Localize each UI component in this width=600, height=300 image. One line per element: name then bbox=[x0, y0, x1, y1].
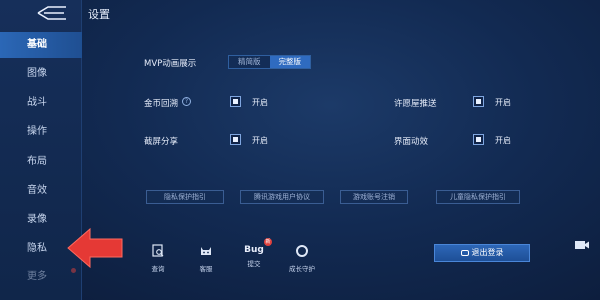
user-agreement-link[interactable]: 腾讯游戏用户协议 bbox=[240, 190, 324, 204]
wish-push-label: 许愿屋推送 bbox=[394, 99, 437, 109]
ui-animation-state: 开启 bbox=[495, 136, 511, 145]
coin-replay-state: 开启 bbox=[252, 98, 268, 107]
sidebar-item-basic[interactable]: 基础 bbox=[0, 32, 82, 58]
growth-guard-label: 成长守护 bbox=[289, 265, 315, 273]
sidebar-item-label: 战斗 bbox=[27, 97, 47, 108]
coin-replay-label: 金币回溯 bbox=[144, 99, 179, 109]
mvp-option-full[interactable]: 完整版 bbox=[269, 56, 310, 68]
page-title: 设置 bbox=[88, 8, 110, 21]
mvp-animation-toggle: 精简版 完整版 bbox=[228, 55, 311, 69]
ui-animation-label: 界面动效 bbox=[394, 137, 429, 147]
sidebar-item-label: 隐私 bbox=[27, 243, 47, 254]
caption-overlay bbox=[100, 288, 540, 300]
wish-push-state: 开启 bbox=[495, 98, 511, 107]
sidebar-item-label: 图像 bbox=[27, 68, 47, 79]
sidebar-item-layout[interactable]: 布局 bbox=[0, 149, 82, 175]
coin-replay-checkbox[interactable] bbox=[230, 96, 241, 107]
ring-icon bbox=[296, 245, 308, 257]
customer-service-label: 客服 bbox=[199, 265, 213, 273]
wish-push-checkbox[interactable] bbox=[473, 96, 484, 107]
mvp-option-lite[interactable]: 精简版 bbox=[229, 56, 270, 68]
new-badge: 新 bbox=[264, 238, 272, 246]
ui-animation-checkbox[interactable] bbox=[473, 134, 484, 145]
account-cancel-link[interactable]: 游戏账号注销 bbox=[340, 190, 408, 204]
customer-service-button[interactable]: 客服 bbox=[186, 243, 226, 273]
back-arrow-icon[interactable] bbox=[34, 5, 70, 21]
bug-icon: Bug 新 bbox=[242, 238, 272, 257]
screenshot-share-label: 截屏分享 bbox=[144, 137, 179, 147]
sidebar-item-label: 更多 bbox=[27, 271, 47, 282]
sidebar-item-sound[interactable]: 音效 bbox=[0, 178, 82, 204]
help-icon[interactable]: ? bbox=[182, 97, 191, 106]
sidebar-item-controls[interactable]: 操作 bbox=[0, 119, 82, 145]
logout-label: 退出登录 bbox=[471, 248, 504, 257]
bug-report-button[interactable]: Bug 新 提交 bbox=[234, 238, 274, 268]
query-label: 查询 bbox=[151, 265, 165, 273]
pointer-arrow-icon bbox=[67, 227, 123, 269]
screenshot-share-checkbox[interactable] bbox=[230, 134, 241, 145]
bug-report-label: 提交 bbox=[247, 260, 261, 268]
growth-guard-button[interactable]: 成长守护 bbox=[282, 243, 322, 273]
logout-icon bbox=[460, 249, 469, 256]
cat-face-icon bbox=[201, 247, 211, 255]
sidebar-item-label: 音效 bbox=[27, 185, 47, 196]
sidebar-item-label: 操作 bbox=[27, 126, 47, 137]
bug-icon-text: Bug bbox=[244, 245, 264, 255]
settings-screen: 基础 图像 战斗 操作 布局 音效 录像 隐私 更多 设置 MVP动画展示 精简… bbox=[0, 0, 600, 300]
sidebar-item-battle[interactable]: 战斗 bbox=[0, 90, 82, 116]
sidebar-item-label: 录像 bbox=[27, 214, 47, 225]
logout-button[interactable]: 退出登录 bbox=[434, 244, 530, 262]
screenshot-share-state: 开启 bbox=[252, 136, 268, 145]
query-button[interactable]: 查询 bbox=[138, 243, 178, 273]
search-doc-icon bbox=[152, 244, 164, 257]
privacy-guide-link[interactable]: 隐私保护指引 bbox=[146, 190, 224, 204]
sidebar-item-label: 基础 bbox=[27, 39, 47, 50]
sidebar-item-image[interactable]: 图像 bbox=[0, 61, 82, 87]
child-privacy-link[interactable]: 儿童隐私保护指引 bbox=[436, 190, 520, 204]
mvp-animation-label: MVP动画展示 bbox=[144, 59, 197, 69]
camera-icon[interactable] bbox=[574, 238, 590, 252]
sidebar-item-label: 布局 bbox=[27, 156, 47, 167]
